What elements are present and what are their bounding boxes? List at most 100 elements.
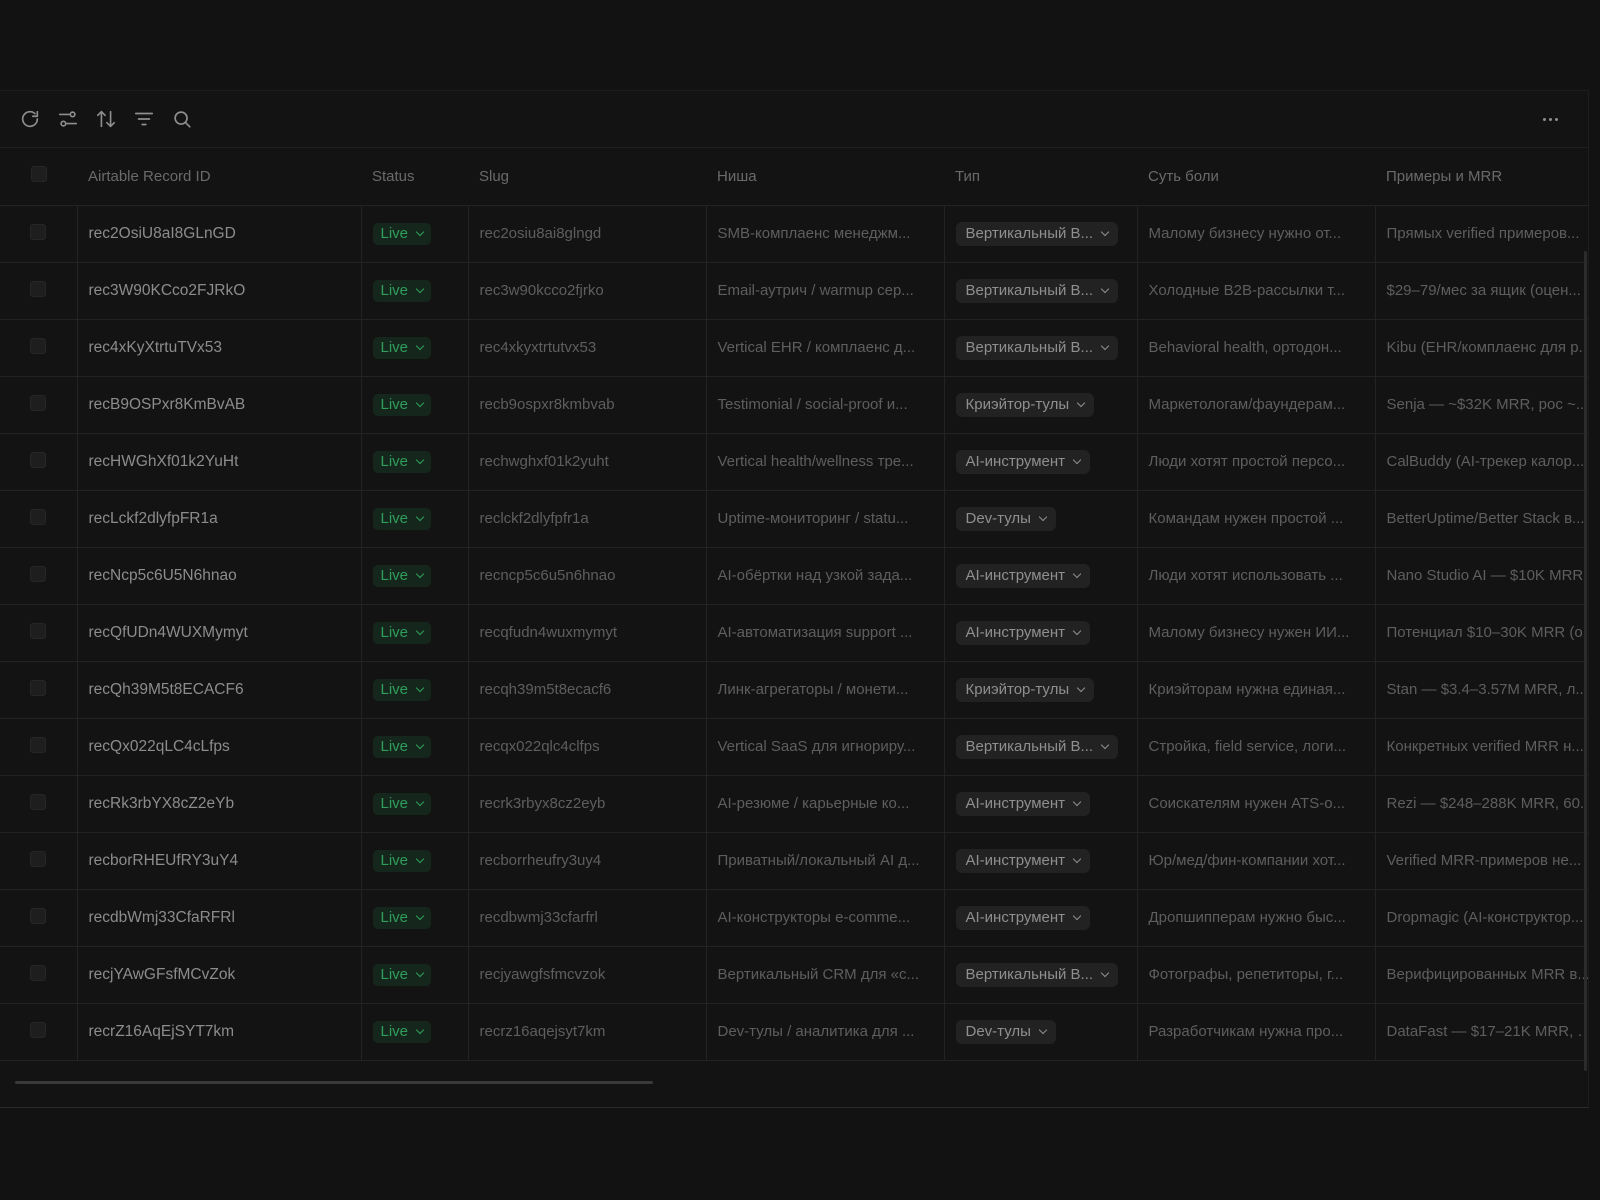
type-pill[interactable]: Вертикальный В... bbox=[955, 962, 1119, 987]
type-pill[interactable]: AI-инструмент bbox=[955, 449, 1091, 474]
table-row[interactable]: rec3W90KCco2FJRkO Live rec3w90kcco2fjrko Em… bbox=[0, 262, 1588, 320]
cell-record-id[interactable]: rec3W90KCco2FJRkO bbox=[77, 262, 362, 320]
cell-record-id[interactable]: recQx022qLC4cLfps bbox=[77, 718, 362, 776]
cell-mrr[interactable]: Потенциал $10–30K MRR (о... bbox=[1375, 604, 1588, 662]
cell-status[interactable]: Live bbox=[361, 319, 469, 377]
cell-record-id[interactable]: recQfUDn4WUXMymyt bbox=[77, 604, 362, 662]
cell-mrr[interactable]: Verified MRR-примеров не... bbox=[1375, 832, 1588, 890]
cell-record-id[interactable]: recB9OSPxr8KmBvAB bbox=[77, 376, 362, 434]
column-header-mrr[interactable]: Примеры и MRR bbox=[1375, 148, 1588, 206]
cell-pain[interactable]: Малому бизнесу нужно от... bbox=[1137, 205, 1376, 263]
cell-type[interactable]: AI-инструмент bbox=[944, 604, 1138, 662]
table-row[interactable]: recborRHEUfRY3uY4 Live recborrheufry3uy4 Пр… bbox=[0, 832, 1588, 890]
cell-mrr[interactable]: $29–79/мес за ящик (оцен... bbox=[1375, 262, 1588, 320]
cell-status[interactable]: Live bbox=[361, 547, 469, 605]
cell-niche[interactable]: Вертикальный CRM для «с... bbox=[706, 946, 945, 1004]
column-header-pain[interactable]: Суть боли bbox=[1137, 148, 1375, 206]
cell-type[interactable]: Криэйтор-тулы bbox=[944, 661, 1138, 719]
cell-pain[interactable]: Люди хотят простой персо... bbox=[1137, 433, 1376, 491]
status-pill[interactable]: Live bbox=[372, 621, 432, 644]
cell-record-id[interactable]: recrZ16AqEjSYT7km bbox=[77, 1003, 362, 1061]
column-header-type[interactable]: Тип bbox=[944, 148, 1137, 206]
type-pill[interactable]: Вертикальный В... bbox=[955, 221, 1119, 246]
row-checkbox[interactable] bbox=[0, 490, 78, 548]
row-checkbox[interactable] bbox=[0, 889, 78, 947]
table-row[interactable]: recQx022qLC4cLfps Live recqx022qlc4clfps Ve… bbox=[0, 718, 1588, 776]
cell-record-id[interactable]: rec4xKyXtrtuTVx53 bbox=[77, 319, 362, 377]
cell-type[interactable]: Dev-тулы bbox=[944, 490, 1138, 548]
table-row[interactable]: recNcp5c6U5N6hnao Live recncp5c6u5n6hnao AI… bbox=[0, 547, 1588, 605]
cell-mrr[interactable]: Nano Studio AI — $10K MRR... bbox=[1375, 547, 1588, 605]
row-checkbox[interactable] bbox=[0, 319, 78, 377]
status-pill[interactable]: Live bbox=[372, 222, 432, 245]
cell-status[interactable]: Live bbox=[361, 946, 469, 1004]
cell-status[interactable]: Live bbox=[361, 376, 469, 434]
cell-slug[interactable]: recncp5c6u5n6hnao bbox=[468, 547, 707, 605]
cell-status[interactable]: Live bbox=[361, 262, 469, 320]
cell-type[interactable]: AI-инструмент bbox=[944, 889, 1138, 947]
status-pill[interactable]: Live bbox=[372, 792, 432, 815]
cell-type[interactable]: Криэйтор-тулы bbox=[944, 376, 1138, 434]
cell-pain[interactable]: Юр/мед/фин-компании хот... bbox=[1137, 832, 1376, 890]
cell-mrr[interactable]: DataFast — $17–21K MRR, S... bbox=[1375, 1003, 1588, 1061]
cell-slug[interactable]: recqh39m5t8ecacf6 bbox=[468, 661, 707, 719]
type-pill[interactable]: AI-инструмент bbox=[955, 791, 1091, 816]
cell-niche[interactable]: SMB-комплаенс менеджм... bbox=[706, 205, 945, 263]
cell-status[interactable]: Live bbox=[361, 433, 469, 491]
cell-mrr[interactable]: Rezi — $248–288K MRR, 60... bbox=[1375, 775, 1588, 833]
cell-niche[interactable]: Uptime-мониторинг / statu... bbox=[706, 490, 945, 548]
row-checkbox[interactable] bbox=[0, 262, 78, 320]
row-checkbox[interactable] bbox=[0, 775, 78, 833]
cell-mrr[interactable]: Прямых verified примеров... bbox=[1375, 205, 1588, 263]
type-pill[interactable]: AI-инструмент bbox=[955, 620, 1091, 645]
refresh-icon[interactable] bbox=[17, 106, 43, 132]
horizontal-scrollbar[interactable] bbox=[15, 1081, 653, 1084]
cell-niche[interactable]: Dev-тулы / аналитика для ... bbox=[706, 1003, 945, 1061]
table-row[interactable]: recrZ16AqEjSYT7km Live recrz16aqejsyt7km De… bbox=[0, 1003, 1588, 1061]
table-row[interactable]: recLckf2dlyfpFR1a Live reclckf2dlyfpfr1a Up… bbox=[0, 490, 1588, 548]
cell-status[interactable]: Live bbox=[361, 205, 469, 263]
cell-niche[interactable]: Vertical EHR / комплаенс д... bbox=[706, 319, 945, 377]
settings-sliders-icon[interactable] bbox=[55, 106, 81, 132]
cell-pain[interactable]: Стройка, field service, логи... bbox=[1137, 718, 1376, 776]
select-all-checkbox[interactable] bbox=[0, 148, 77, 206]
cell-record-id[interactable]: recdbWmj33CfaRFRl bbox=[77, 889, 362, 947]
status-pill[interactable]: Live bbox=[372, 336, 432, 359]
cell-niche[interactable]: Vertical SaaS для игнориру... bbox=[706, 718, 945, 776]
table-row[interactable]: recdbWmj33CfaRFRl Live recdbwmj33cfarfrl AI… bbox=[0, 889, 1588, 947]
cell-type[interactable]: AI-инструмент bbox=[944, 433, 1138, 491]
cell-type[interactable]: Вертикальный В... bbox=[944, 262, 1138, 320]
cell-mrr[interactable]: Dropmagic (AI-конструктор... bbox=[1375, 889, 1588, 947]
cell-status[interactable]: Live bbox=[361, 1003, 469, 1061]
filter-icon[interactable] bbox=[131, 106, 157, 132]
table-row[interactable]: recQh39M5t8ECACF6 Live recqh39m5t8ecacf6 Ли… bbox=[0, 661, 1588, 719]
cell-record-id[interactable]: recQh39M5t8ECACF6 bbox=[77, 661, 362, 719]
table-row[interactable]: rec2OsiU8aI8GLnGD Live rec2osiu8ai8glngd SM… bbox=[0, 205, 1588, 263]
cell-pain[interactable]: Behavioral health, ортодон... bbox=[1137, 319, 1376, 377]
cell-pain[interactable]: Фотографы, репетиторы, г... bbox=[1137, 946, 1376, 1004]
cell-niche[interactable]: AI-обёртки над узкой зада... bbox=[706, 547, 945, 605]
cell-type[interactable]: Вертикальный В... bbox=[944, 205, 1138, 263]
type-pill[interactable]: AI-инструмент bbox=[955, 563, 1091, 588]
cell-status[interactable]: Live bbox=[361, 661, 469, 719]
search-icon[interactable] bbox=[169, 106, 195, 132]
row-checkbox[interactable] bbox=[0, 946, 78, 1004]
cell-status[interactable]: Live bbox=[361, 775, 469, 833]
cell-niche[interactable]: Приватный/локальный AI д... bbox=[706, 832, 945, 890]
cell-slug[interactable]: recjyawgfsfmcvzok bbox=[468, 946, 707, 1004]
type-pill[interactable]: Dev-тулы bbox=[955, 506, 1056, 531]
cell-niche[interactable]: Email-аутрич / warmup сер... bbox=[706, 262, 945, 320]
cell-status[interactable]: Live bbox=[361, 889, 469, 947]
cell-niche[interactable]: Vertical health/wellness тре... bbox=[706, 433, 945, 491]
table-row[interactable]: recQfUDn4WUXMymyt Live recqfudn4wuxmymyt AI… bbox=[0, 604, 1588, 662]
type-pill[interactable]: Dev-тулы bbox=[955, 1019, 1056, 1044]
type-pill[interactable]: AI-инструмент bbox=[955, 905, 1091, 930]
cell-type[interactable]: Вертикальный В... bbox=[944, 319, 1138, 377]
sort-icon[interactable] bbox=[93, 106, 119, 132]
cell-pain[interactable]: Соискателям нужен ATS-о... bbox=[1137, 775, 1376, 833]
cell-pain[interactable]: Командам нужен простой ... bbox=[1137, 490, 1376, 548]
row-checkbox[interactable] bbox=[0, 205, 78, 263]
row-checkbox[interactable] bbox=[0, 547, 78, 605]
cell-mrr[interactable]: Kibu (EHR/комплаенс для р... bbox=[1375, 319, 1588, 377]
column-header-status[interactable]: Status bbox=[361, 148, 468, 206]
